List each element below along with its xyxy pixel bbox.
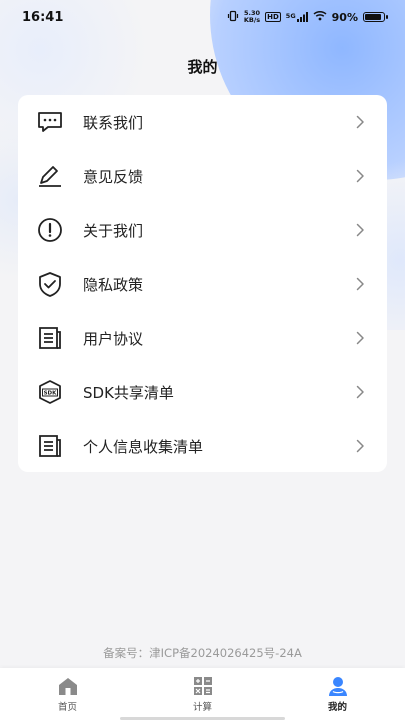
info-exclamation-icon xyxy=(35,215,65,245)
page-title: 我的 xyxy=(187,58,218,76)
chevron-right-icon xyxy=(353,115,367,129)
wifi-icon xyxy=(313,10,327,24)
document-list-icon xyxy=(35,431,65,461)
chevron-right-icon xyxy=(353,223,367,237)
tab-label: 首页 xyxy=(57,702,77,713)
tab-label: 我的 xyxy=(327,702,347,713)
document-list-icon xyxy=(35,323,65,353)
vibrate-icon xyxy=(227,10,239,25)
user-icon xyxy=(327,675,349,697)
signal-indicator: 5G xyxy=(286,12,308,22)
chevron-right-icon xyxy=(353,385,367,399)
net-speed: 5.30 KB/s xyxy=(244,10,260,24)
menu-item-label: 个人信息收集清单 xyxy=(83,437,204,456)
signal-label: 5G xyxy=(285,12,296,20)
svg-text:SDK: SDK xyxy=(44,391,58,397)
tab-label: 计算 xyxy=(192,702,212,713)
signal-bars-icon xyxy=(296,12,308,22)
menu-item[interactable]: SDK SDK共享清单 xyxy=(18,365,387,419)
tab-calculator[interactable]: 计算 xyxy=(135,668,270,720)
status-icons: 5.30 KB/s HD 5G 90% xyxy=(227,10,388,25)
status-time: 16:41 xyxy=(22,9,64,25)
sdk-box-icon: SDK xyxy=(35,377,65,407)
bottom-tab-bar: 首页 计算 我的 xyxy=(0,668,405,720)
chevron-right-icon xyxy=(353,169,367,183)
chevron-right-icon xyxy=(353,277,367,291)
home-icon xyxy=(57,675,79,697)
menu-item[interactable]: 用户协议 xyxy=(18,311,387,365)
net-speed-unit: KB/s xyxy=(243,16,261,24)
icp-record: 备案号：津ICP备2024026425号-24A xyxy=(103,646,302,660)
menu-item-label: 意见反馈 xyxy=(83,167,144,186)
chat-bubble-icon xyxy=(35,107,65,137)
menu-item[interactable]: 意见反馈 xyxy=(18,149,387,203)
menu-item[interactable]: 联系我们 xyxy=(18,95,387,149)
tab-home[interactable]: 首页 xyxy=(0,668,135,720)
hd-badge: HD xyxy=(265,12,281,22)
menu-item-label: 关于我们 xyxy=(83,221,144,240)
menu-item[interactable]: 个人信息收集清单 xyxy=(18,419,387,473)
menu-item-label: 用户协议 xyxy=(83,329,144,348)
menu-item-label: 隐私政策 xyxy=(83,275,144,294)
tab-user[interactable]: 我的 xyxy=(270,668,405,720)
settings-menu: 联系我们意见反馈关于我们隐私政策用户协议 SDK SDK共享清单个人信息收集清单 xyxy=(18,95,387,472)
menu-item[interactable]: 隐私政策 xyxy=(18,257,387,311)
menu-item-label: 联系我们 xyxy=(83,113,144,132)
menu-item-label: SDK共享清单 xyxy=(83,383,174,402)
shield-check-icon xyxy=(35,269,65,299)
menu-item[interactable]: 关于我们 xyxy=(18,203,387,257)
edit-pen-icon xyxy=(35,161,65,191)
battery-icon xyxy=(363,12,388,22)
status-bar: 16:41 5.30 KB/s HD 5G 90% xyxy=(0,0,405,34)
chevron-right-icon xyxy=(353,331,367,345)
battery-percent: 90% xyxy=(331,10,358,24)
chevron-right-icon xyxy=(353,439,367,453)
calculator-icon xyxy=(192,675,214,697)
